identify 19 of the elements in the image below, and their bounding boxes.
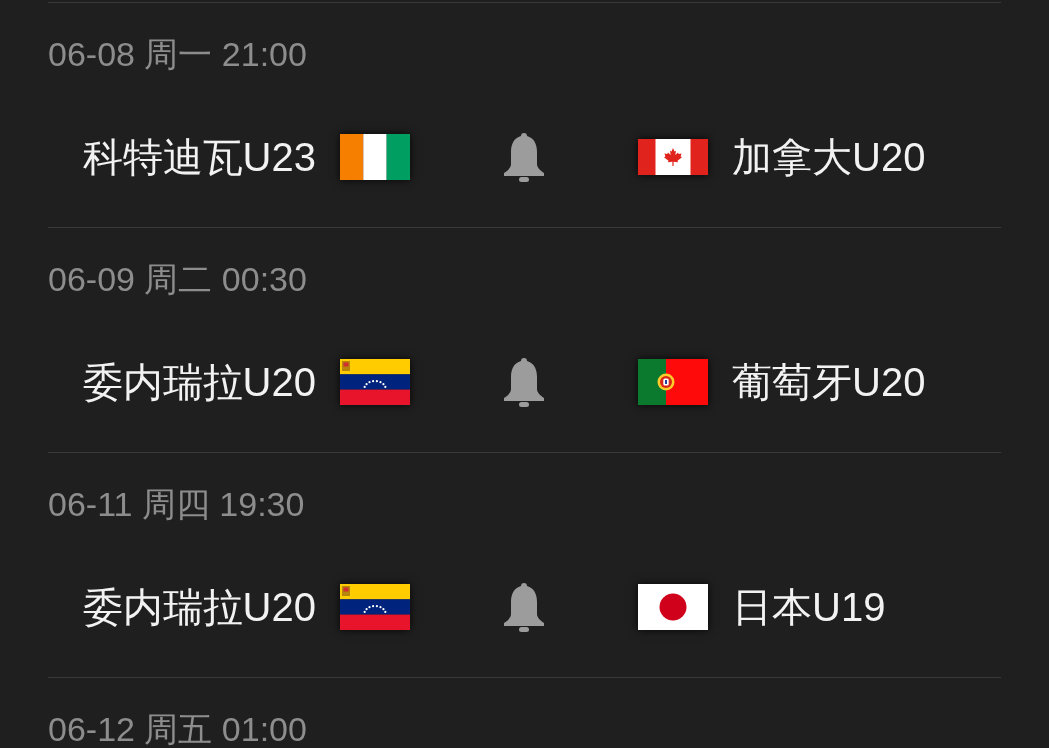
bell-icon[interactable] (501, 131, 547, 183)
team-name: 葡萄牙U20 (732, 360, 926, 404)
team-name: 委内瑞拉U20 (82, 360, 316, 404)
team-name: 日本U19 (732, 585, 886, 629)
team-name: 委内瑞拉U20 (82, 585, 316, 629)
team-name: 加拿大U20 (732, 135, 926, 179)
match-datetime: 06-09 周二 00:30 (48, 260, 307, 298)
match-datetime: 06-08 周一 21:00 (48, 35, 307, 73)
japan-flag-icon (638, 584, 708, 630)
venezuela-flag-icon (340, 584, 410, 630)
portugal-flag-icon (638, 359, 708, 405)
canada-flag-icon (638, 139, 708, 175)
ivory-coast-flag-icon (340, 134, 410, 180)
venezuela-flag-icon (340, 359, 410, 405)
team-name: 科特迪瓦U23 (82, 135, 316, 179)
match-datetime: 06-11 周四 19:30 (48, 485, 305, 523)
bell-icon[interactable] (501, 356, 547, 408)
bell-icon[interactable] (501, 581, 547, 633)
match-datetime: 06-12 周五 01:00 (48, 710, 307, 748)
